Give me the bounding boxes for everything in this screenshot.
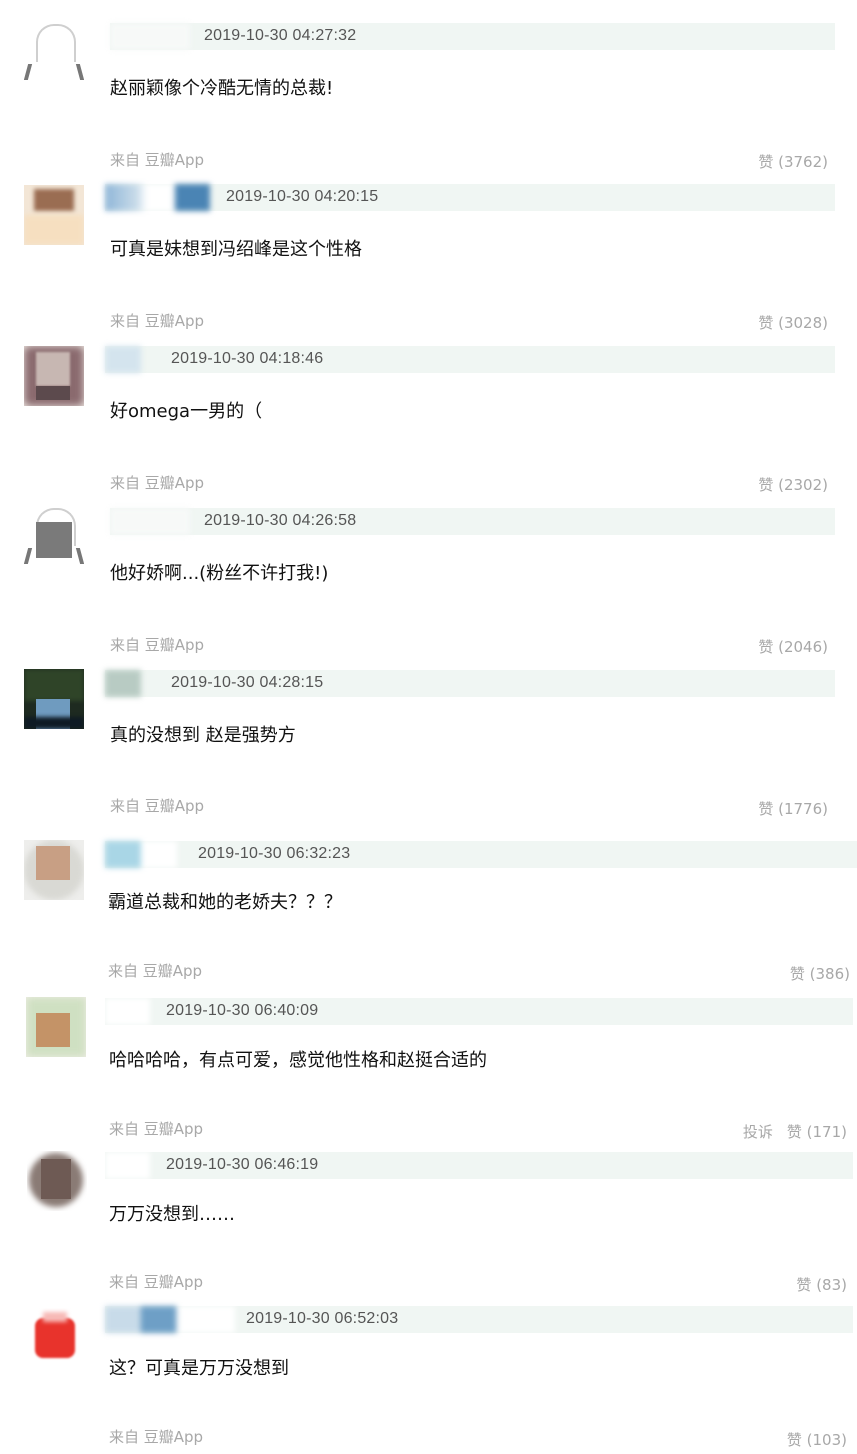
avatar[interactable] [24, 22, 84, 82]
comment-info-bar: 2019-10-30 06:32:23 [105, 841, 857, 868]
comment-source: 来自 豆瓣App [109, 1273, 204, 1291]
username-blurred[interactable] [105, 184, 210, 211]
like-label: 赞 [758, 476, 774, 494]
comment-info-bar: 2019-10-30 04:28:15 [105, 670, 835, 697]
like-label: 赞 [758, 153, 774, 171]
comment-time: 2019-10-30 06:40:09 [166, 1002, 319, 1019]
avatar[interactable] [24, 506, 84, 566]
like-label: 赞 [758, 800, 774, 818]
comment-text: 真的没想到 赵是强势方 [110, 725, 296, 746]
like-button[interactable]: 赞 (103) [787, 1431, 847, 1449]
like-count: (103) [806, 1431, 847, 1449]
comment-source: 来自 豆瓣App [109, 1428, 204, 1446]
comment-source: 来自 豆瓣App [110, 312, 205, 330]
comment-actions: 赞 (3762) [758, 151, 828, 172]
like-count: (171) [806, 1123, 847, 1141]
username-blurred[interactable] [105, 998, 150, 1025]
avatar[interactable] [24, 840, 84, 900]
comment-text: 万万没想到…… [109, 1204, 235, 1225]
comment-source: 来自 豆瓣App [110, 636, 205, 654]
report-button[interactable]: 投诉 [743, 1123, 773, 1141]
comment-actions: 投诉赞 (171) [743, 1121, 847, 1142]
comment-actions: 赞 (386) [790, 963, 850, 984]
comment-text: 这？可真是万万没想到 [109, 1358, 289, 1379]
comment-text: 好omega一男的（ [110, 401, 263, 422]
comment-time: 2019-10-30 06:32:23 [198, 845, 351, 862]
avatar[interactable] [26, 997, 86, 1057]
comment-text: 赵丽颖像个冷酷无情的总裁! [110, 78, 334, 99]
like-count: (1776) [778, 800, 828, 818]
like-button[interactable]: 赞 (3028) [758, 314, 828, 332]
username-blurred[interactable] [110, 508, 190, 535]
comment-time: 2019-10-30 04:28:15 [171, 674, 324, 691]
comment-info-bar: 2019-10-30 06:46:19 [105, 1152, 853, 1179]
like-count: (2046) [778, 638, 828, 656]
username-blurred[interactable] [105, 841, 177, 868]
comment-actions: 赞 (103) [787, 1429, 847, 1450]
username-blurred[interactable] [105, 1306, 235, 1333]
like-label: 赞 [786, 1123, 802, 1141]
comment-text: 可真是妹想到冯绍峰是这个性格 [110, 239, 362, 260]
comment-text: 霸道总裁和她的老娇夫？？？ [108, 892, 342, 913]
comment-actions: 赞 (83) [796, 1274, 847, 1295]
like-count: (3028) [778, 314, 828, 332]
comment-time: 2019-10-30 04:27:32 [204, 27, 357, 44]
comment-source: 来自 豆瓣App [108, 962, 203, 980]
like-button[interactable]: 赞 (2046) [758, 638, 828, 656]
like-label: 赞 [789, 965, 805, 983]
comment-source: 来自 豆瓣App [109, 1120, 204, 1138]
avatar[interactable] [27, 1308, 87, 1368]
like-button[interactable]: 赞 (2302) [758, 476, 828, 494]
comment-actions: 赞 (1776) [758, 798, 828, 819]
comment-time: 2019-10-30 04:18:46 [171, 350, 324, 367]
avatar[interactable] [24, 185, 84, 245]
comment-actions: 赞 (2046) [758, 636, 828, 657]
comment-actions: 赞 (3028) [758, 312, 828, 333]
like-count: (3762) [778, 153, 828, 171]
like-button[interactable]: 赞 (386) [790, 965, 850, 983]
comment-time: 2019-10-30 06:46:19 [166, 1156, 319, 1173]
like-label: 赞 [796, 1276, 812, 1294]
like-count: (386) [809, 965, 850, 983]
like-button[interactable]: 赞 (171) [787, 1123, 847, 1141]
like-label: 赞 [758, 638, 774, 656]
comment-info-bar: 2019-10-30 04:26:58 [110, 508, 835, 535]
like-label: 赞 [758, 314, 774, 332]
comment-source: 来自 豆瓣App [110, 474, 205, 492]
comment-info-bar: 2019-10-30 06:52:03 [105, 1306, 853, 1333]
like-button[interactable]: 赞 (3762) [758, 153, 828, 171]
comment-text: 哈哈哈哈，有点可爱，感觉他性格和赵挺合适的 [109, 1050, 487, 1071]
username-blurred[interactable] [105, 346, 141, 373]
like-label: 赞 [786, 1431, 802, 1449]
avatar[interactable] [24, 346, 84, 406]
like-count: (83) [816, 1276, 847, 1294]
comment-time: 2019-10-30 04:20:15 [226, 188, 379, 205]
avatar[interactable] [24, 669, 84, 729]
comment-source: 来自 豆瓣App [110, 797, 205, 815]
comment-time: 2019-10-30 04:26:58 [204, 512, 357, 529]
like-button[interactable]: 赞 (1776) [758, 800, 828, 818]
like-button[interactable]: 赞 (83) [796, 1276, 847, 1294]
comment-info-bar: 2019-10-30 04:18:46 [105, 346, 835, 373]
avatar[interactable] [27, 1151, 87, 1211]
username-blurred[interactable] [110, 23, 190, 50]
comment-actions: 赞 (2302) [758, 474, 828, 495]
comment-source: 来自 豆瓣App [110, 151, 205, 169]
comment-info-bar: 2019-10-30 06:40:09 [105, 998, 853, 1025]
username-blurred[interactable] [105, 1152, 150, 1179]
comment-time: 2019-10-30 06:52:03 [246, 1310, 399, 1327]
comment-text: 他好娇啊...(粉丝不许打我!) [110, 563, 329, 584]
like-count: (2302) [778, 476, 828, 494]
comment-info-bar: 2019-10-30 04:27:32 [110, 23, 835, 50]
comment-info-bar: 2019-10-30 04:20:15 [105, 184, 835, 211]
username-blurred[interactable] [105, 670, 141, 697]
